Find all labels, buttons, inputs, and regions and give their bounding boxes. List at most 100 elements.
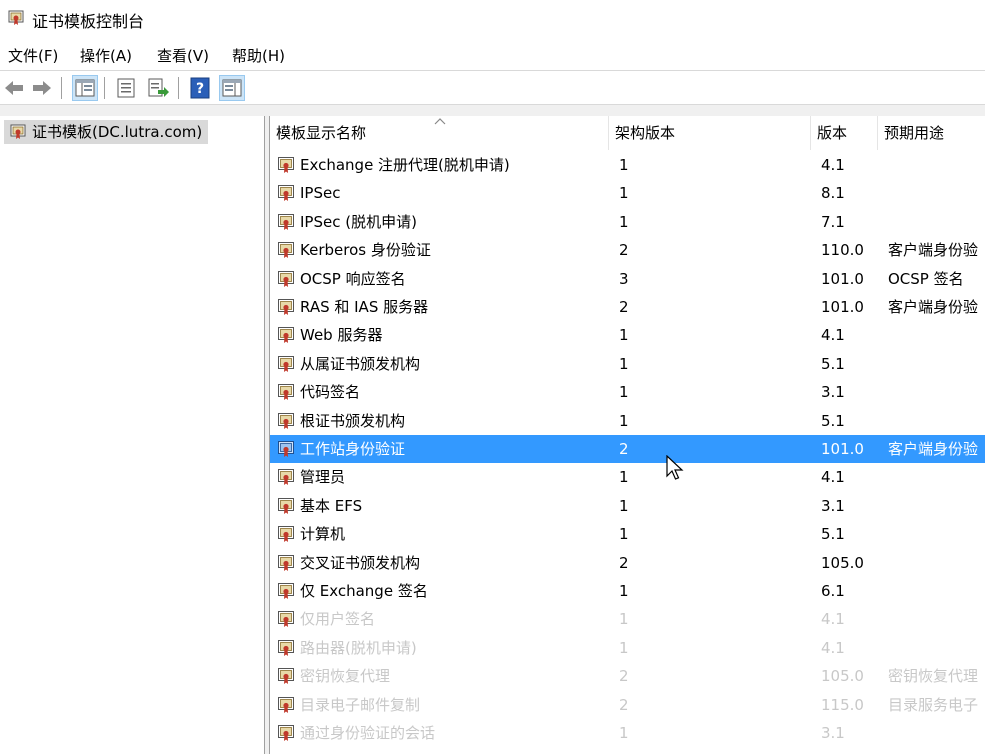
certificate-template-icon xyxy=(278,327,294,344)
column-header-schema-version[interactable]: 架构版本 xyxy=(609,116,811,150)
export-list-icon[interactable] xyxy=(146,76,170,100)
version-cell: 105.0 xyxy=(821,667,864,686)
schema-version-cell: 1 xyxy=(619,496,629,515)
table-row[interactable]: 工作站身份验证 2 101.0 客户端身份验 xyxy=(270,435,985,463)
table-row[interactable]: Kerberos 身份验证 2 110.0 客户端身份验 xyxy=(270,236,985,264)
certificate-template-icon xyxy=(278,384,294,401)
template-name-cell: 通过身份验证的会话 xyxy=(300,724,436,742)
properties-icon[interactable] xyxy=(114,76,138,100)
template-name-cell: 基本 EFS xyxy=(300,496,363,515)
table-row[interactable]: OCSP 响应签名 3 101.0 OCSP 签名 xyxy=(270,265,985,293)
version-cell: 3.1 xyxy=(821,383,845,402)
template-name-cell: Exchange 注册代理(脱机申请) xyxy=(300,156,510,174)
template-name-cell: OCSP 响应签名 xyxy=(300,269,406,288)
table-row[interactable]: 仅用户签名 1 4.1 xyxy=(270,605,985,633)
tree-root-label: 证书模板(DC.lutra.com) xyxy=(32,123,203,141)
table-row[interactable]: 从属证书颁发机构 1 5.1 xyxy=(270,350,985,378)
column-header-intended-purpose[interactable]: 预期用途 xyxy=(878,116,985,150)
template-name-cell: RAS 和 IAS 服务器 xyxy=(300,298,429,316)
template-name-cell: 目录电子邮件复制 xyxy=(300,695,421,714)
template-name-cell: 工作站身份验证 xyxy=(300,440,406,458)
schema-version-cell: 1 xyxy=(619,354,629,373)
schema-version-cell: 2 xyxy=(619,695,629,714)
action-pane-icon[interactable] xyxy=(219,75,245,101)
table-row[interactable]: 基本 EFS 1 3.1 xyxy=(270,492,985,520)
template-name-cell: IPSec (脱机申请) xyxy=(300,212,417,231)
table-row[interactable]: 根证书颁发机构 1 5.1 xyxy=(270,407,985,435)
intended-purpose-cell xyxy=(888,179,985,207)
schema-version-cell: 2 xyxy=(619,241,629,260)
window-title: 证书模板控制台 xyxy=(32,12,145,31)
schema-version-cell: 1 xyxy=(619,638,629,657)
menu-view[interactable]: 查看(V) xyxy=(157,45,209,66)
version-cell: 5.1 xyxy=(821,354,845,373)
intended-purpose-cell: 客户端身份验 xyxy=(888,241,979,260)
certificate-template-icon xyxy=(278,469,294,486)
toolbar: ? xyxy=(0,71,985,105)
table-row[interactable]: 代码签名 1 3.1 xyxy=(270,378,985,406)
template-name-cell: 密钥恢复代理 xyxy=(300,667,391,686)
version-cell: 4.1 xyxy=(821,326,845,345)
certificate-template-icon xyxy=(278,611,294,628)
template-name-cell: 代码签名 xyxy=(300,383,361,402)
version-cell: 3.1 xyxy=(821,496,845,515)
table-row[interactable]: Exchange 注册代理(脱机申请) 1 4.1 xyxy=(270,151,985,179)
schema-version-cell: 1 xyxy=(619,525,629,544)
schema-version-cell: 1 xyxy=(619,212,629,231)
version-cell: 7.1 xyxy=(821,212,845,231)
table-row[interactable]: 计算机 1 5.1 xyxy=(270,520,985,548)
certificate-template-icon xyxy=(278,270,294,287)
certificate-template-icon xyxy=(278,412,294,429)
intended-purpose-cell: 密钥恢复代理 xyxy=(888,667,979,686)
intended-purpose-cell xyxy=(888,321,985,349)
template-name-cell: 仅 Exchange 签名 xyxy=(300,582,428,600)
template-name-cell: 交叉证书颁发机构 xyxy=(300,553,421,572)
back-icon[interactable] xyxy=(2,76,26,100)
table-row[interactable]: IPSec (脱机申请) 1 7.1 xyxy=(270,208,985,236)
tree-pane: 证书模板(DC.lutra.com) xyxy=(0,116,265,754)
schema-version-cell: 1 xyxy=(619,411,629,430)
version-cell: 5.1 xyxy=(821,411,845,430)
forward-icon[interactable] xyxy=(30,76,54,100)
intended-purpose-cell xyxy=(888,151,985,179)
menu-help[interactable]: 帮助(H) xyxy=(232,45,285,66)
table-row[interactable]: 密钥恢复代理 2 105.0 密钥恢复代理 xyxy=(270,662,985,690)
sort-ascending-icon xyxy=(434,118,446,125)
template-name-cell: IPSec xyxy=(300,184,341,203)
menu-action[interactable]: 操作(A) xyxy=(80,45,132,66)
table-row[interactable]: IPSec 1 8.1 xyxy=(270,179,985,207)
template-name-cell: 从属证书颁发机构 xyxy=(300,354,421,373)
list-header: 模板显示名称 架构版本 版本 预期用途 xyxy=(270,116,985,150)
help-icon[interactable]: ? xyxy=(188,76,212,100)
certificate-template-icon xyxy=(278,213,294,230)
table-row[interactable]: 管理员 1 4.1 xyxy=(270,463,985,491)
table-row[interactable]: 仅 Exchange 签名 1 6.1 xyxy=(270,577,985,605)
intended-purpose-cell xyxy=(888,208,985,236)
column-header-version[interactable]: 版本 xyxy=(811,116,878,150)
table-row[interactable]: 交叉证书颁发机构 2 105.0 xyxy=(270,549,985,577)
schema-version-cell: 1 xyxy=(619,156,629,174)
table-row[interactable]: RAS 和 IAS 服务器 2 101.0 客户端身份验 xyxy=(270,293,985,321)
schema-version-cell: 1 xyxy=(619,724,629,742)
intended-purpose-cell xyxy=(888,492,985,520)
schema-version-cell: 1 xyxy=(619,610,629,629)
schema-version-cell: 1 xyxy=(619,582,629,600)
show-hide-tree-icon[interactable] xyxy=(72,75,98,101)
svg-text:?: ? xyxy=(196,81,204,97)
table-row[interactable]: 路由器(脱机申请) 1 4.1 xyxy=(270,634,985,662)
version-cell: 101.0 xyxy=(821,298,864,316)
intended-purpose-cell xyxy=(888,577,985,605)
table-row[interactable]: 通过身份验证的会话 1 3.1 xyxy=(270,719,985,747)
template-name-cell: 仅用户签名 xyxy=(300,610,376,629)
tree-root-node[interactable]: 证书模板(DC.lutra.com) xyxy=(4,120,209,144)
intended-purpose-cell xyxy=(888,378,985,406)
certificate-template-icon xyxy=(278,242,294,259)
table-row[interactable]: Web 服务器 1 4.1 xyxy=(270,321,985,349)
certificate-template-icon xyxy=(278,157,294,173)
toolbar-separator xyxy=(61,77,62,99)
menu-file[interactable]: 文件(F) xyxy=(8,45,58,66)
version-cell: 4.1 xyxy=(821,610,845,629)
table-row[interactable]: 目录电子邮件复制 2 115.0 目录服务电子 xyxy=(270,691,985,719)
template-name-cell: 根证书颁发机构 xyxy=(300,411,406,430)
toolbar-separator xyxy=(178,77,179,99)
